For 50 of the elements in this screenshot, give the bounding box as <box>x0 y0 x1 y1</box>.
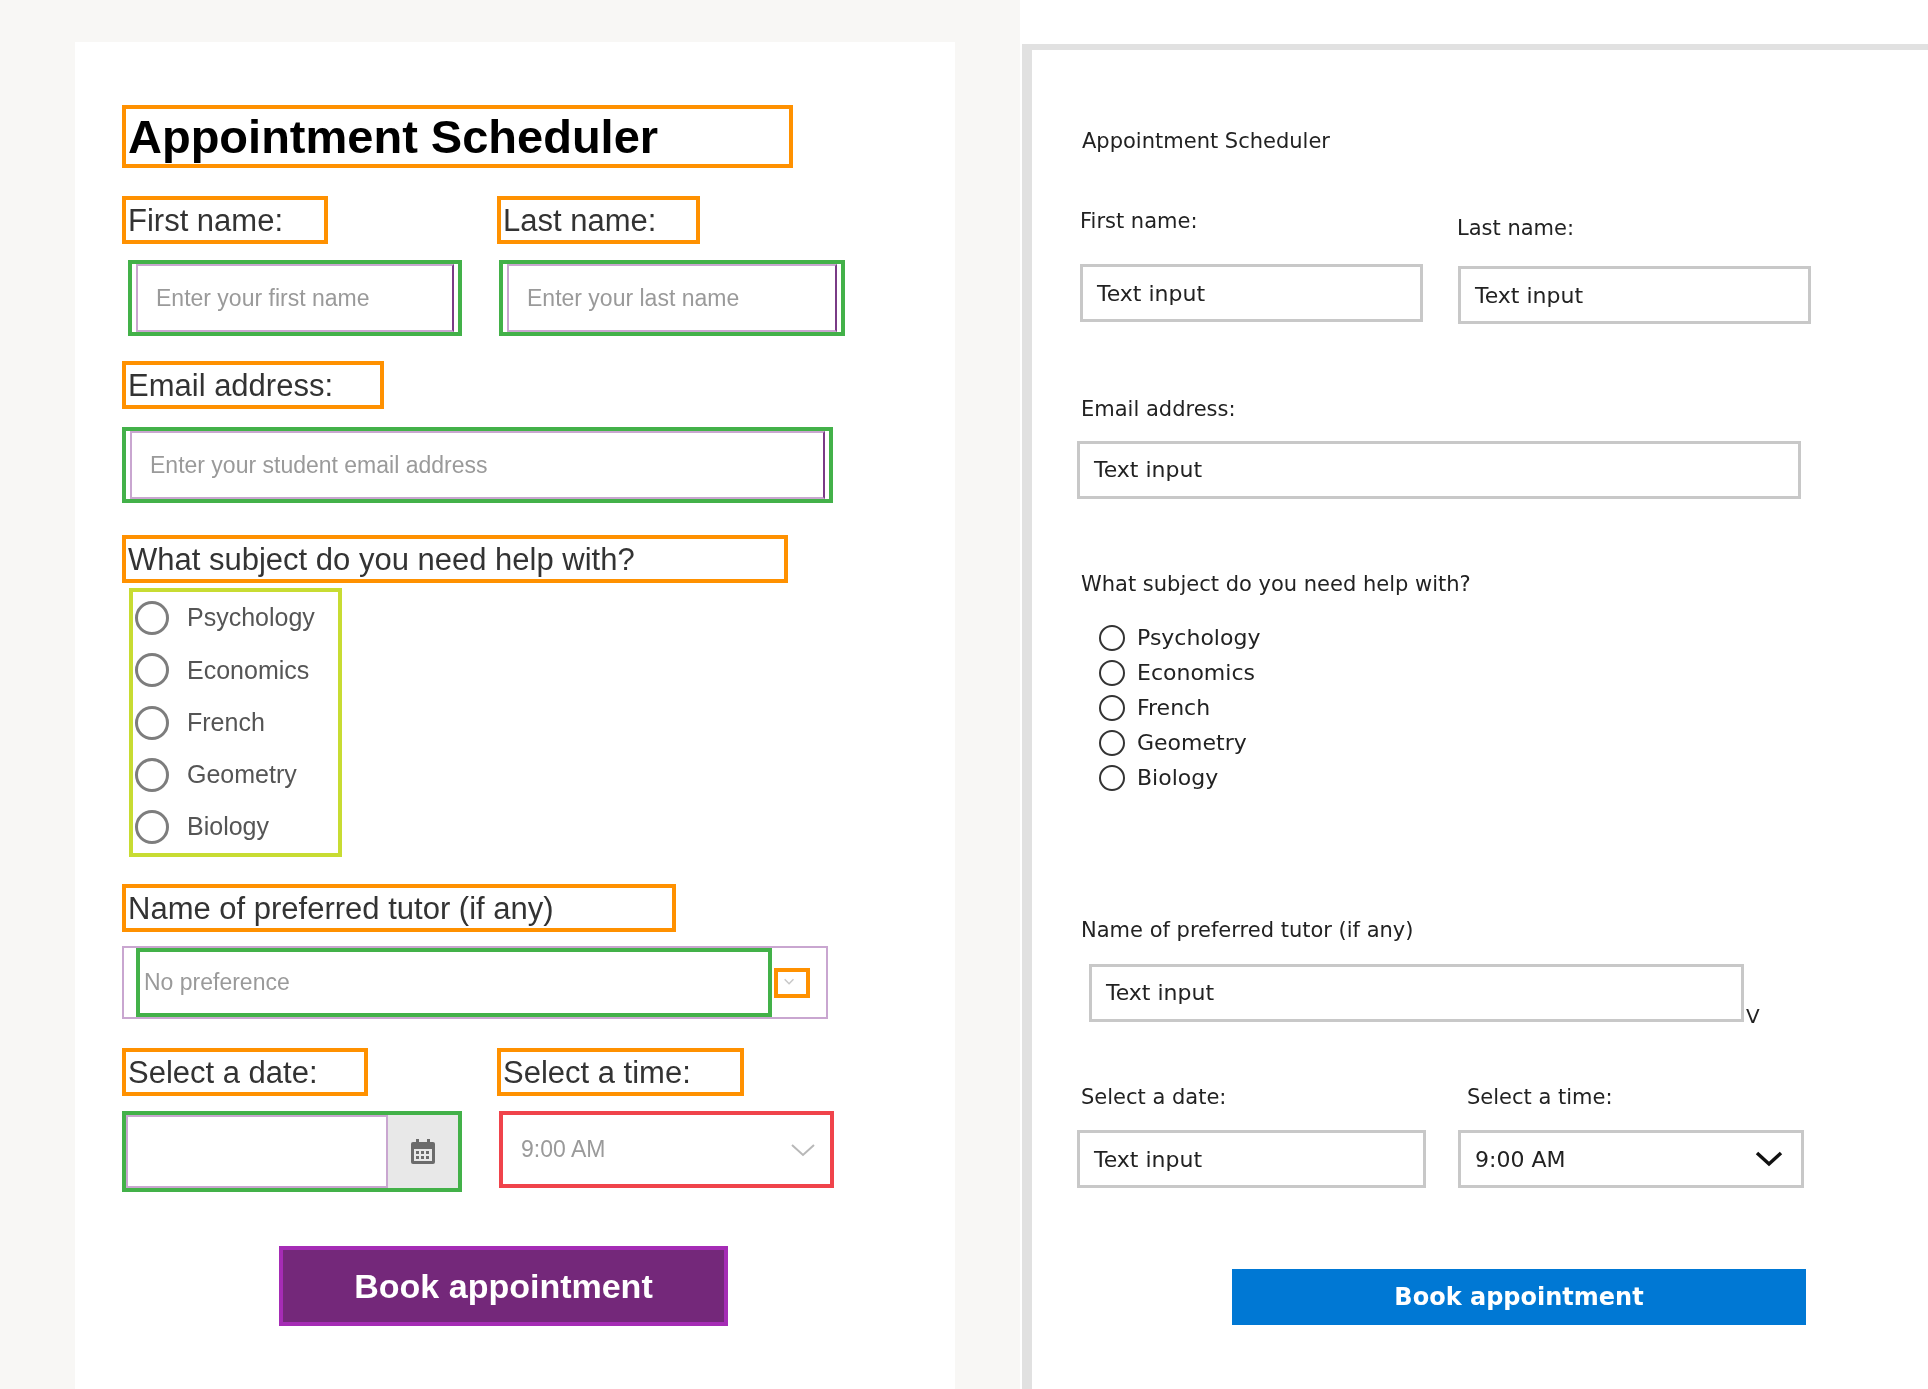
form-label: Email address: <box>122 361 384 409</box>
form-label: Select a date: <box>122 1048 368 1096</box>
radio-label: French <box>187 706 265 738</box>
last-name-field[interactable]: Text input <box>1458 266 1811 324</box>
form-label: First name: <box>122 196 328 244</box>
radio-label: Economics <box>187 654 310 686</box>
radio-label: Psychology <box>1137 624 1261 652</box>
chevron-down-icon <box>774 967 810 998</box>
first-name-field[interactable]: Text input <box>1080 264 1423 322</box>
chevron-down-icon <box>1755 1151 1783 1167</box>
form-label: Name of preferred tutor (if any) <box>122 884 676 932</box>
date-field[interactable] <box>122 1111 462 1192</box>
radio-button[interactable] <box>135 705 169 740</box>
radio-label: Geometry <box>1137 729 1247 757</box>
time-dropdown[interactable]: 9:00 AM <box>1458 1130 1804 1188</box>
form-title: Appointment Scheduler <box>1082 128 1331 155</box>
form-label: Name of preferred tutor (if any) <box>1081 917 1415 944</box>
calendar-icon <box>409 1137 437 1166</box>
radio-button[interactable] <box>135 757 169 792</box>
radio-button[interactable] <box>135 601 169 636</box>
form-label: Select a time: <box>497 1048 744 1096</box>
radio-button[interactable] <box>1099 659 1125 686</box>
form-label: Last name: <box>497 196 700 244</box>
radio-button[interactable] <box>135 809 169 844</box>
form-label: What subject do you need help with? <box>1081 570 1472 598</box>
email-field[interactable]: Text input <box>1077 440 1801 499</box>
dropdown-marker: V <box>1746 1005 1760 1026</box>
radio-label: Biology <box>1137 764 1219 792</box>
radio-button[interactable] <box>1099 624 1125 651</box>
form-label: Select a date: <box>1081 1083 1228 1111</box>
form-title: Appointment Scheduler <box>122 105 793 168</box>
date-field[interactable]: Text input <box>1077 1130 1426 1188</box>
radio-label: Biology <box>187 811 269 843</box>
form-label: First name: <box>1080 207 1199 235</box>
book-appointment-button[interactable]: Book appointment <box>1232 1269 1806 1325</box>
book-appointment-button[interactable]: Book appointment <box>279 1246 728 1326</box>
radio-label: Psychology <box>187 602 315 634</box>
form-label: Last name: <box>1457 214 1575 242</box>
radio-label: French <box>1137 694 1211 722</box>
radio-label: Geometry <box>187 758 297 790</box>
radio-label: Economics <box>1137 659 1255 687</box>
form-label: Select a time: <box>1467 1083 1613 1111</box>
form-label: What subject do you need help with? <box>122 535 788 583</box>
chevron-down-icon <box>790 1142 816 1157</box>
radio-button[interactable] <box>1099 764 1125 791</box>
radio-button[interactable] <box>1099 729 1125 756</box>
tutor-field[interactable]: Text input <box>1089 963 1744 1022</box>
radio-button[interactable] <box>1099 694 1125 721</box>
radio-button[interactable] <box>135 653 169 688</box>
form-label: Email address: <box>1081 396 1237 423</box>
